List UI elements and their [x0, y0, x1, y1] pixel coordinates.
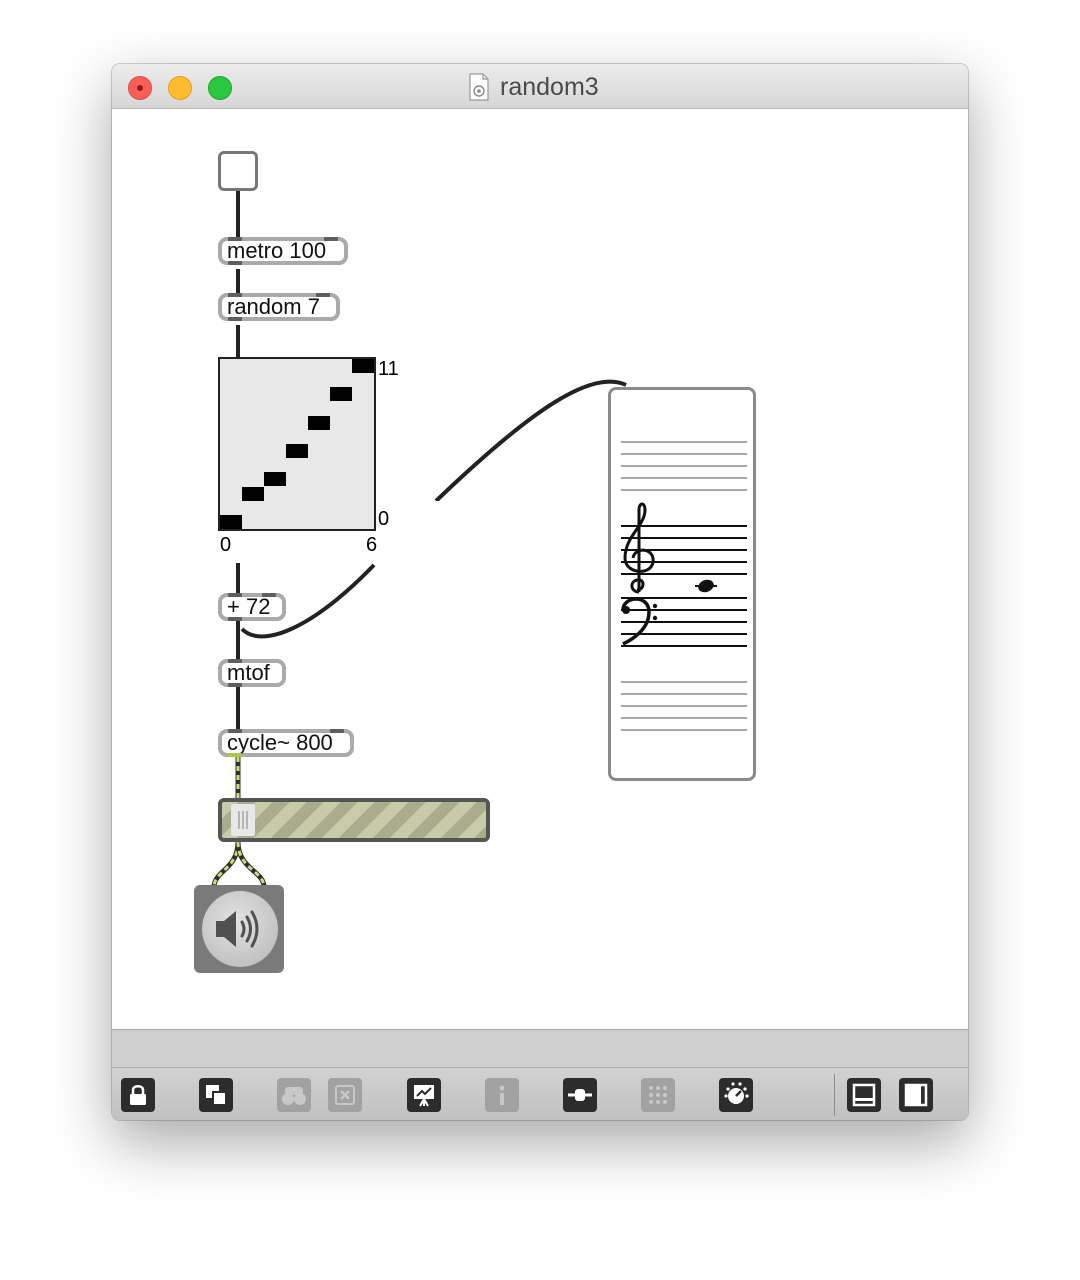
- inspector-icon: [499, 1085, 505, 1105]
- multislider-bar: [286, 444, 308, 459]
- gain-handle-grip-icon: [237, 811, 248, 829]
- binoculars-icon: [282, 1087, 306, 1105]
- patcher-toolbar: [112, 1067, 968, 1120]
- patcher-window: random3 metro 100 random 7 11 0 0 6 + 72…: [112, 64, 968, 1120]
- multislider-x-min-label: 0: [220, 534, 232, 556]
- slider-icon: [568, 1089, 592, 1101]
- clear-button[interactable]: [328, 1078, 362, 1112]
- speaker-icon: [216, 910, 259, 948]
- multislider[interactable]: [218, 357, 376, 531]
- gain-slider[interactable]: [218, 798, 490, 842]
- inlet[interactable]: [262, 593, 276, 597]
- inlet[interactable]: [316, 293, 330, 297]
- bottom-panel-icon: [852, 1083, 876, 1107]
- slider-button[interactable]: [563, 1078, 597, 1112]
- inspector-button[interactable]: [485, 1078, 519, 1112]
- multislider-bar: [264, 472, 286, 487]
- audio-dial-icon: [724, 1082, 749, 1104]
- close-button[interactable]: [128, 76, 152, 100]
- multislider-bar: [330, 387, 352, 402]
- outlet[interactable]: [228, 683, 242, 687]
- lock-button[interactable]: [121, 1078, 155, 1112]
- ezdac-circle: [202, 891, 278, 967]
- random-object-text: random 7: [227, 294, 320, 319]
- multislider-min-label: 0: [378, 508, 390, 530]
- multislider-bar: [308, 415, 330, 430]
- title-bar[interactable]: random3: [112, 64, 968, 109]
- presentation-mode-button[interactable]: [407, 1078, 441, 1112]
- multislider-bar: [242, 486, 264, 501]
- inlet[interactable]: [228, 293, 242, 297]
- multislider-x-max-label: 6: [366, 534, 378, 556]
- minimize-button[interactable]: [168, 76, 192, 100]
- presentation-toggle-icon: [206, 1085, 227, 1106]
- grid-icon: [649, 1086, 667, 1104]
- ezdac-button[interactable]: [194, 885, 284, 973]
- toolbar-separator: [834, 1074, 835, 1116]
- mtof-object[interactable]: mtof: [218, 659, 286, 687]
- inlet[interactable]: [228, 729, 242, 733]
- plus-object[interactable]: + 72: [218, 593, 286, 621]
- toggle-box[interactable]: [218, 151, 258, 191]
- inlet[interactable]: [228, 593, 242, 597]
- audio-button[interactable]: [719, 1078, 753, 1112]
- gain-slider-handle[interactable]: [230, 804, 255, 836]
- presentation-icon: [414, 1085, 434, 1107]
- sidebar-button[interactable]: [899, 1078, 933, 1112]
- outlet[interactable]: [228, 317, 242, 321]
- cycle-object-text: cycle~ 800: [227, 730, 333, 755]
- outlet[interactable]: [228, 617, 242, 621]
- sidebar-icon: [904, 1083, 928, 1107]
- multislider-label-mask: [435, 501, 505, 565]
- window-title: random3: [500, 73, 599, 101]
- cycle-object[interactable]: cycle~ 800: [218, 729, 354, 757]
- multislider-bar: [352, 359, 374, 373]
- zoom-button[interactable]: [208, 76, 232, 100]
- mtof-object-text: mtof: [227, 660, 270, 685]
- metro-object[interactable]: metro 100: [218, 237, 348, 265]
- random-object[interactable]: random 7: [218, 293, 340, 321]
- grid-button[interactable]: [641, 1078, 675, 1112]
- inlet[interactable]: [228, 659, 242, 663]
- lock-icon: [130, 1085, 146, 1105]
- treble-clef-icon: [623, 502, 655, 594]
- status-strip: [112, 1029, 968, 1068]
- find-button[interactable]: [277, 1078, 311, 1112]
- multislider-max-label: 11: [378, 358, 399, 380]
- plus-object-text: + 72: [227, 594, 271, 619]
- bottom-panel-button[interactable]: [847, 1078, 881, 1112]
- inlet[interactable]: [228, 237, 242, 241]
- presentation-toggle-button[interactable]: [199, 1078, 233, 1112]
- multislider-bar: [220, 515, 242, 529]
- nslider-staff[interactable]: [608, 387, 756, 781]
- inlet[interactable]: [330, 729, 344, 733]
- metro-object-text: metro 100: [227, 238, 327, 263]
- outlet[interactable]: [228, 261, 242, 265]
- note-head: [698, 579, 714, 593]
- document-icon: [469, 73, 489, 101]
- signal-outlet[interactable]: [228, 753, 242, 757]
- inlet[interactable]: [324, 237, 338, 241]
- staff-notation: [621, 441, 747, 731]
- patcher-canvas[interactable]: metro 100 random 7 11 0 0 6 + 72 mtof cy…: [112, 109, 968, 1029]
- clear-icon: [335, 1085, 355, 1105]
